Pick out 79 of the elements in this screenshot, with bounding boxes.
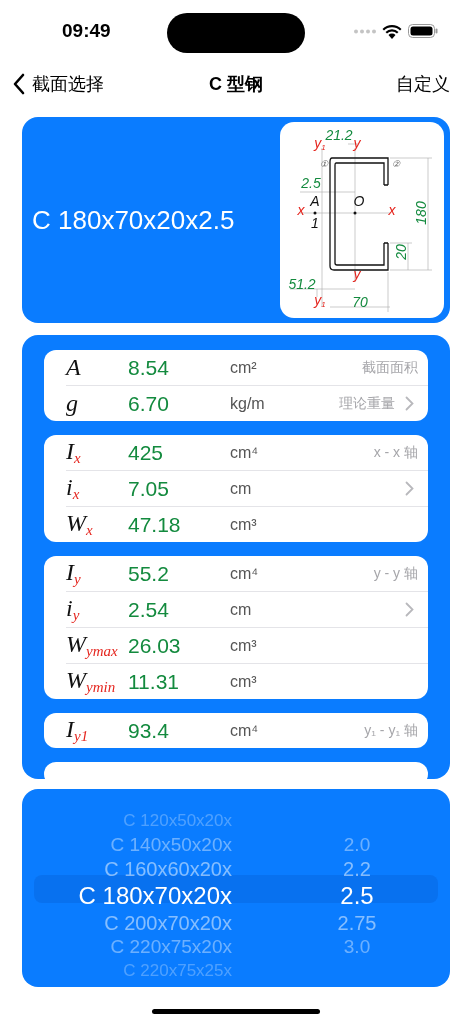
- property-value: 425: [128, 440, 165, 465]
- section-name: C 180x70x20x2.5: [32, 204, 236, 236]
- property-symbol: W$_{x}$: [66, 510, 94, 539]
- property-note: x - x 轴: [373, 443, 418, 462]
- property-unit: cm²: [230, 358, 257, 377]
- dimension-label: 51.2: [288, 276, 316, 292]
- size-option[interactable]: C 200x70x20x: [104, 911, 232, 935]
- size-option[interactable]: C 140x50x20x: [110, 833, 232, 857]
- chevron-icon[interactable]: [405, 481, 414, 496]
- dimension-label: 20: [393, 244, 409, 260]
- property-unit: cm⁴: [230, 443, 259, 462]
- dimension-label: 70: [352, 294, 368, 310]
- point-label: A: [310, 193, 320, 209]
- property-unit: cm³: [230, 515, 257, 534]
- thickness-option[interactable]: 2.5: [340, 881, 374, 911]
- property-symbol: g: [66, 390, 79, 417]
- size-option[interactable]: C 220x75x25x: [123, 959, 232, 983]
- property-symbol: I$_{y1}$: [66, 716, 90, 745]
- property-note: y - y 轴: [373, 564, 418, 583]
- size-option[interactable]: C 160x60x20x: [104, 857, 232, 881]
- property-unit: cm³: [230, 672, 257, 691]
- wifi-icon: [382, 23, 402, 39]
- property-unit: kg/m: [230, 394, 265, 413]
- property-value: 26.03: [128, 633, 182, 658]
- battery-icon: [408, 24, 438, 38]
- axis-label: y: [353, 266, 361, 282]
- chevron-icon[interactable]: [405, 396, 414, 411]
- size-option[interactable]: C 220x75x20x: [110, 935, 232, 959]
- property-symbol: I$_{x}$: [66, 438, 82, 467]
- property-value: 8.54: [128, 355, 170, 380]
- origin-dot: [353, 211, 357, 215]
- custom-button[interactable]: 自定义: [396, 72, 450, 96]
- property-unit: cm: [230, 600, 252, 619]
- point-label: 1: [311, 215, 319, 231]
- property-symbol: W$_{ymin}$: [66, 667, 117, 696]
- back-button[interactable]: 截面选择: [12, 72, 104, 96]
- axis-label: y: [353, 135, 361, 151]
- property-symbol: i$_{x}$: [66, 474, 81, 503]
- axis-label: y$_{1}$: [314, 135, 326, 152]
- property-value: 7.05: [128, 476, 170, 501]
- property-value: 47.18: [128, 512, 182, 537]
- dimension-label: 21.2: [325, 127, 353, 143]
- property-note: 理论重量: [339, 394, 395, 413]
- centroid-dot: [313, 211, 317, 215]
- property-value: 6.70: [128, 391, 170, 416]
- axis-label: y$_{1}$: [314, 292, 326, 309]
- axis-label: x: [388, 202, 396, 218]
- property-value: 93.4: [128, 718, 170, 743]
- point-label: O: [353, 193, 365, 209]
- signal-icon: [354, 28, 376, 34]
- property-unit: cm⁴: [230, 721, 259, 740]
- property-symbol: i$_{y}$: [66, 595, 81, 624]
- axis-label: x: [297, 202, 305, 218]
- property-unit: cm: [230, 479, 252, 498]
- dimension-label: 2.5: [301, 175, 321, 191]
- property-symbol: A: [66, 354, 82, 381]
- thickness-option[interactable]: 2.75: [337, 911, 377, 935]
- size-option[interactable]: C 120x50x20x: [123, 809, 232, 833]
- nav-title: C 型钢: [209, 74, 263, 94]
- property-symbol: I$_{y}$: [66, 559, 82, 588]
- property-value: 55.2: [128, 561, 170, 586]
- status-time: 09:49: [62, 20, 111, 42]
- section-picker[interactable]: C 120x50x20x C 140x50x20x C 160x60x20x C 180x70x20x C 200x70x20x C 220x75x20x C 220x75x25x 2.0 2.2 2.5 2.75 3.0: [22, 789, 450, 987]
- property-unit: cm³: [230, 636, 257, 655]
- thickness-option[interactable]: 2.0: [343, 833, 371, 857]
- dimension-label: 180: [413, 201, 429, 225]
- thickness-option[interactable]: 3.0: [343, 935, 371, 959]
- marker-label: ②: [392, 159, 400, 169]
- property-value: 11.31: [128, 669, 180, 694]
- chevron-icon[interactable]: [405, 602, 414, 617]
- property-note: 截面面积: [362, 358, 418, 377]
- property-note: y₁ - y₁ 轴: [364, 721, 418, 740]
- back-chevron-icon[interactable]: [12, 73, 26, 95]
- marker-label: ①: [320, 159, 328, 169]
- property-unit: cm⁴: [230, 564, 259, 583]
- property-symbol: W$_{ymax}$: [66, 631, 119, 660]
- property-value: 2.54: [128, 597, 170, 622]
- size-option[interactable]: C 180x70x20x: [78, 881, 232, 911]
- thickness-option[interactable]: 2.2: [343, 857, 371, 881]
